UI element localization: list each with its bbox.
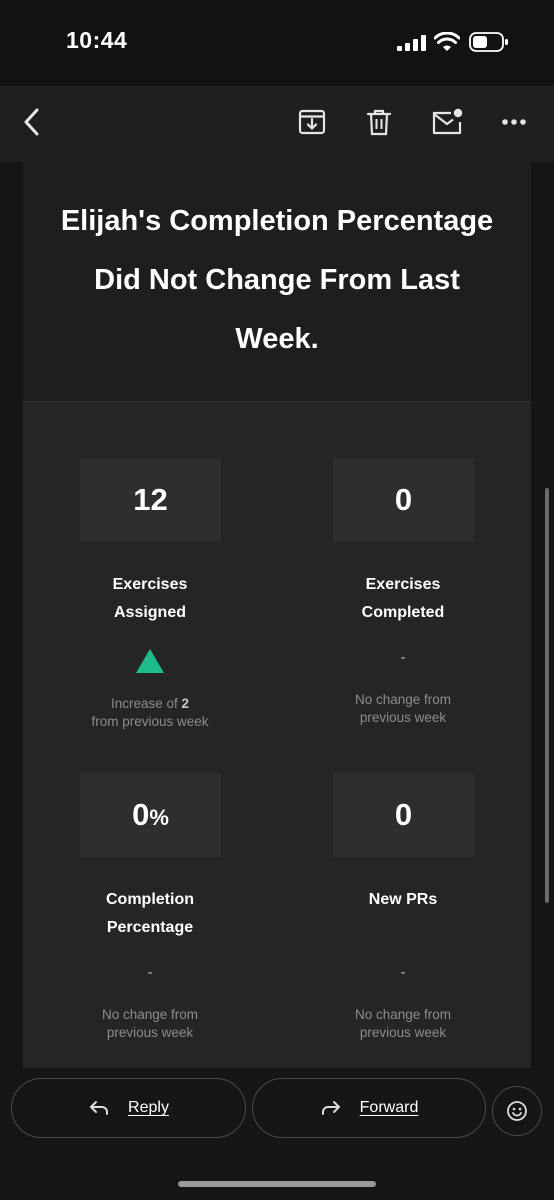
wifi-icon — [434, 32, 460, 51]
stat-note-line: No change from — [354, 692, 452, 707]
stat-note-line: previous week — [359, 710, 447, 725]
trend-up-icon — [136, 649, 164, 673]
stat-value: 12 — [133, 482, 168, 517]
stat-value: 0 — [394, 482, 413, 517]
report-headline: Elijah's Completion Percentage Did Not C… — [60, 205, 494, 355]
forward-label: Forward — [359, 1099, 419, 1116]
forward-icon — [321, 1101, 340, 1115]
stat-label-line: Percentage — [106, 919, 194, 936]
stat-unit: % — [149, 805, 169, 830]
stat-note-line: previous week — [106, 1025, 194, 1040]
stat-label-line: Assigned — [113, 604, 186, 621]
stat-note-line: No change from — [101, 1007, 199, 1022]
stat-note-prefix: Increase of — [110, 696, 182, 711]
stat-note-line: previous week — [359, 1025, 447, 1040]
report-header: Elijah's Completion Percentage Did Not C… — [23, 162, 531, 402]
trend-dash: - — [147, 964, 153, 981]
smiley-icon — [507, 1101, 527, 1121]
stat-label-line: Completion — [106, 891, 194, 908]
report-card: Elijah's Completion Percentage Did Not C… — [23, 162, 531, 1068]
cellular-signal-icon — [397, 35, 426, 51]
mark-unread-icon[interactable] — [431, 106, 463, 138]
back-icon[interactable] — [16, 106, 48, 138]
forward-button[interactable]: Forward — [252, 1078, 486, 1138]
reply-label: Reply — [128, 1099, 169, 1116]
stat-note: No change from previous week — [303, 1006, 503, 1042]
email-toolbar — [0, 86, 554, 162]
reply-button[interactable]: Reply — [11, 1078, 246, 1138]
stat-value-box: 0% — [80, 773, 221, 857]
stat-label-line: New PRs — [368, 891, 438, 908]
trash-icon[interactable] — [363, 106, 395, 138]
stat-label: New PRs — [303, 886, 503, 914]
more-icon[interactable] — [498, 106, 530, 138]
status-time: 10:44 — [66, 27, 128, 53]
stat-label-line: Completed — [361, 604, 445, 621]
stat-note-amount: 2 — [181, 696, 190, 711]
archive-icon[interactable] — [296, 106, 328, 138]
stat-label-line: Exercises — [365, 576, 441, 593]
stat-note-line: Increase of 2 — [50, 695, 250, 713]
stat-note-line: No change from — [354, 1007, 452, 1022]
stat-label: Exercises Assigned — [50, 571, 250, 627]
reply-icon — [90, 1101, 109, 1115]
stat-note: Increase of 2 from previous week — [50, 695, 250, 731]
stat-label: Completion Percentage — [50, 886, 250, 942]
trend-dash: - — [400, 964, 406, 981]
stat-note-line: from previous week — [91, 714, 209, 729]
status-bar: 10:44 — [0, 0, 554, 86]
stat-value: 0 — [132, 797, 150, 832]
battery-icon — [469, 32, 508, 52]
stat-value-box: 12 — [80, 458, 221, 542]
stat-value: 0 — [394, 797, 413, 832]
stat-label-line: Exercises — [112, 576, 188, 593]
stat-label: Exercises Completed — [303, 571, 503, 627]
stat-value-box: 0 — [333, 458, 474, 542]
home-indicator[interactable] — [178, 1181, 376, 1187]
scrollbar[interactable] — [545, 488, 549, 903]
stat-note: No change from previous week — [50, 1006, 250, 1042]
stat-note: No change from previous week — [303, 691, 503, 727]
stat-value-box: 0 — [333, 773, 474, 857]
trend-dash: - — [400, 649, 406, 666]
emoji-reaction-button[interactable] — [492, 1086, 542, 1136]
